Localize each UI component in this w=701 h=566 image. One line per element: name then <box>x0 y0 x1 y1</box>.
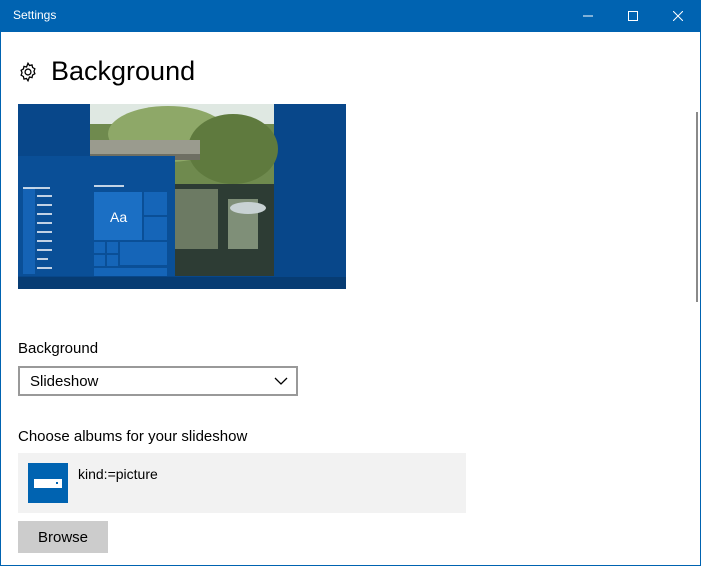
background-dropdown[interactable]: Slideshow <box>18 366 298 396</box>
scrollbar[interactable] <box>696 112 698 302</box>
settings-window: Settings Background Aa Background Slides… <box>0 0 701 566</box>
title-bar[interactable]: Settings <box>1 0 700 32</box>
maximize-button[interactable] <box>610 0 656 32</box>
minimize-button[interactable] <box>565 0 611 32</box>
background-dropdown-value: Slideshow <box>30 373 99 390</box>
minimize-icon <box>583 15 593 17</box>
preview-illustration <box>18 104 346 289</box>
background-preview: Aa <box>18 104 346 289</box>
close-button[interactable] <box>655 0 700 32</box>
browse-button[interactable]: Browse <box>18 521 108 553</box>
tile-aa-label: Aa <box>110 209 128 225</box>
maximize-icon <box>628 11 638 21</box>
drive-icon <box>34 479 62 488</box>
album-item[interactable]: kind:=picture <box>18 453 466 513</box>
page-title: Background <box>51 56 196 86</box>
album-thumbnail <box>28 463 68 503</box>
browse-button-label: Browse <box>37 528 89 546</box>
album-name: kind:=picture <box>78 466 158 482</box>
background-label: Background <box>18 340 99 357</box>
close-icon <box>673 11 683 21</box>
slideshow-albums-label: Choose albums for your slideshow <box>18 428 248 445</box>
window-title: Settings <box>13 8 57 22</box>
gear-icon <box>20 61 36 83</box>
chevron-down-icon <box>274 377 288 385</box>
